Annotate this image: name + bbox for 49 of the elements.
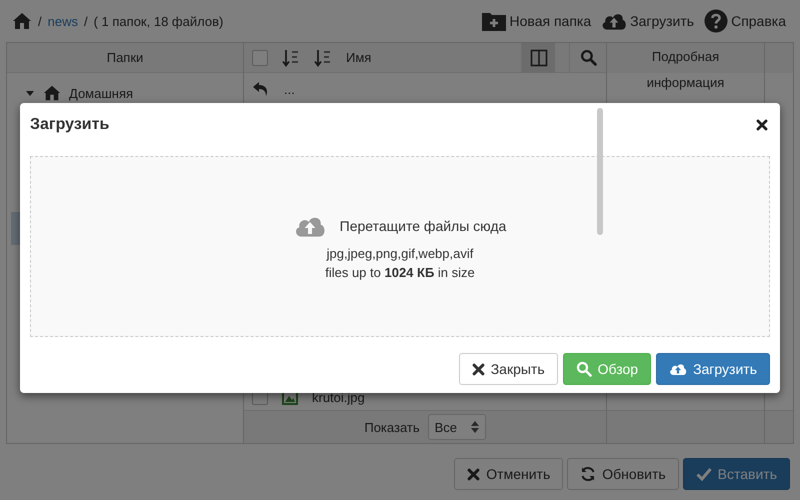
column-header[interactable]: Имя [346, 50, 372, 65]
close-icon [467, 468, 480, 480]
close-button[interactable]: Закрыть [458, 353, 558, 385]
check-icon [696, 467, 712, 481]
close-icon [472, 362, 485, 376]
columns-icon [530, 48, 548, 66]
dialog-title: Загрузить [30, 116, 110, 134]
home-icon [43, 84, 61, 102]
breadcrumb-separator: / [38, 14, 42, 28]
browse-button[interactable]: Обзор [562, 353, 652, 385]
toolbar-button[interactable]: Новая папка [480, 10, 592, 32]
folder-plus-icon [480, 10, 507, 32]
breadcrumb-separator: / [84, 14, 88, 28]
folder-summary: ( 1 папок, 18 файлов) [94, 14, 224, 28]
refresh-icon [580, 466, 596, 482]
column-header: Подробная информация [646, 48, 726, 92]
caret-icon [25, 89, 35, 97]
toolbar-button[interactable]: Справка [704, 9, 786, 33]
breadcrumb-link[interactable]: news [48, 14, 78, 28]
cancel-button[interactable]: Отменить [454, 458, 564, 490]
show-label: Показать [364, 420, 420, 434]
cloud-upload-icon [669, 362, 688, 376]
show-select[interactable]: Все [428, 414, 486, 440]
drop-zone[interactable]: Перетащите файлы сюда jpg,jpeg,png,gif,webp,avif files up to 1024 КБ in size [30, 156, 770, 337]
upload-button[interactable]: Загрузить [656, 353, 770, 385]
expand-toggle[interactable] [25, 89, 35, 97]
scrollbar-thumb[interactable] [597, 108, 603, 235]
spinner-arrows-icon [470, 421, 479, 433]
close-icon [756, 119, 768, 131]
drop-hint: Перетащите файлы сюда [340, 218, 506, 234]
close-button[interactable] [756, 119, 768, 131]
column-header: Папки [106, 50, 144, 65]
home-icon [12, 11, 32, 31]
refresh-button[interactable]: Обновить [567, 458, 679, 490]
help-icon [704, 9, 728, 33]
allowed-types: jpg,jpeg,png,gif,webp,avif [326, 246, 474, 260]
back-arrow-icon [252, 81, 270, 97]
select-all-checkbox[interactable] [252, 50, 268, 66]
folder-item[interactable]: Домашняя [69, 86, 134, 100]
sort-icon [282, 48, 300, 66]
parent-folder-item[interactable]: ... [284, 82, 295, 96]
file-name[interactable]: krutoi.jpg [312, 390, 365, 404]
search-icon [580, 49, 596, 66]
paste-button[interactable]: Вставить [682, 458, 790, 490]
sort-icon [314, 48, 332, 66]
toolbar-button[interactable]: Загрузить [601, 11, 694, 31]
size-limit: files up to 1024 КБ in size [325, 264, 475, 280]
search-icon [576, 361, 592, 377]
view-toggle-button[interactable] [521, 42, 555, 72]
